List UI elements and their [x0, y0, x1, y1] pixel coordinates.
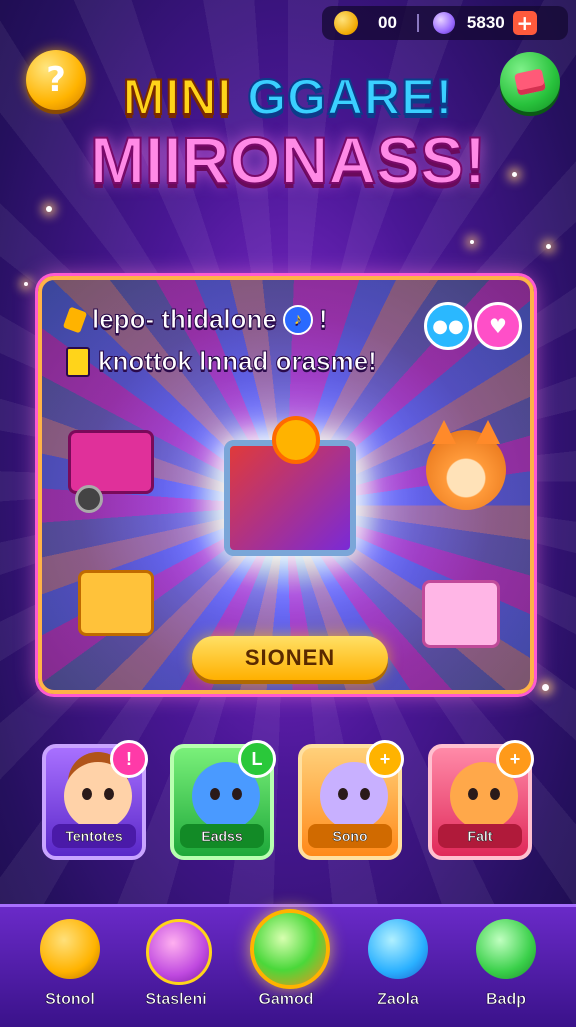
eye [104, 788, 114, 800]
title-word-1: MINI [122, 68, 233, 126]
present-icon [476, 919, 536, 979]
sparkle [546, 244, 551, 249]
mystery-box-image[interactable] [224, 416, 356, 556]
sparkle [46, 206, 52, 212]
nav-item-5[interactable]: Badp [454, 907, 558, 1027]
character-card-4[interactable]: Falt + [428, 740, 534, 860]
gold-ring-icon [272, 416, 320, 464]
add-currency-button[interactable]: + [512, 11, 537, 35]
character-name: Tentotes [52, 824, 136, 848]
add-badge: + [366, 740, 404, 778]
character-name: Eadss [180, 824, 264, 848]
nav-item-2[interactable]: Stasleni [124, 907, 228, 1027]
title-line-1: MINI GGARE! [0, 68, 576, 126]
eye [338, 788, 348, 800]
nav-label: Gamod [258, 991, 314, 1009]
nav-label: Badp [486, 991, 527, 1009]
gem-count: 5830 [466, 13, 505, 32]
lollipop-icon [368, 919, 428, 979]
character-card-2[interactable]: Eadss L [170, 740, 276, 860]
eye [82, 788, 92, 800]
eye [468, 788, 478, 800]
character-card-1[interactable]: Tentotes ! [42, 740, 148, 860]
crystal-icon [250, 909, 330, 989]
character-card-3[interactable]: Sono + [298, 740, 404, 860]
notification-badge: ! [110, 740, 148, 778]
sparkle [470, 240, 474, 244]
bottom-nav: Stonol Stasleni Gamod Zaola Badp [0, 904, 576, 1027]
featured-panel: lepo- thidalone ♪ ! knottok lnnad orasme… [38, 276, 534, 694]
gift-box-image [422, 580, 500, 648]
title-line-2: MIIRONASS! [89, 122, 487, 198]
sparkle [542, 684, 549, 691]
nav-label: Zaola [377, 991, 419, 1009]
pencil-icon [62, 306, 88, 333]
panel-line-1-text: lepo- thidalone [92, 304, 278, 335]
chat-button[interactable]: ●● [424, 302, 472, 350]
gem-icon [432, 12, 455, 34]
candy-box-image [78, 570, 154, 636]
eye [490, 788, 500, 800]
level-badge: L [238, 740, 276, 778]
eye [360, 788, 370, 800]
panel-line-1-suffix: ! [318, 304, 328, 335]
heart-icon: ♥ [489, 314, 507, 338]
panel-line-2: knottok lnnad orasme! [66, 346, 377, 377]
eye [210, 788, 220, 800]
nav-label: Stonol [45, 991, 95, 1009]
coin-icon [334, 11, 358, 35]
title-word-2: GGARE! [246, 68, 454, 126]
character-name: Sono [308, 824, 392, 848]
fox-character-image [426, 420, 506, 510]
start-button[interactable]: SIONEN [192, 636, 388, 680]
currency-bar: 00 5830 + [322, 6, 568, 40]
favorite-button[interactable]: ♥ [474, 302, 522, 350]
nav-item-1[interactable]: Stonol [18, 907, 122, 1027]
music-note-icon: ♪ [282, 304, 313, 335]
nav-item-3[interactable]: Gamod [234, 907, 338, 1027]
toy-cart-image [68, 430, 154, 513]
chat-icon: ●● [432, 315, 464, 337]
coin-count: 00 [378, 13, 397, 32]
block-icon [66, 346, 90, 377]
add-badge: + [496, 740, 534, 778]
nav-label: Stasleni [145, 991, 207, 1009]
cookie-icon [40, 919, 100, 979]
currency-divider [416, 14, 419, 32]
gift-icon [146, 919, 212, 985]
nav-item-4[interactable]: Zaola [346, 907, 450, 1027]
sparkle [24, 282, 28, 286]
character-name: Falt [438, 824, 522, 848]
eye [232, 788, 242, 800]
panel-line-1: lepo- thidalone ♪ ! [62, 304, 328, 335]
panel-line-2-text: knottok lnnad orasme! [98, 346, 378, 377]
